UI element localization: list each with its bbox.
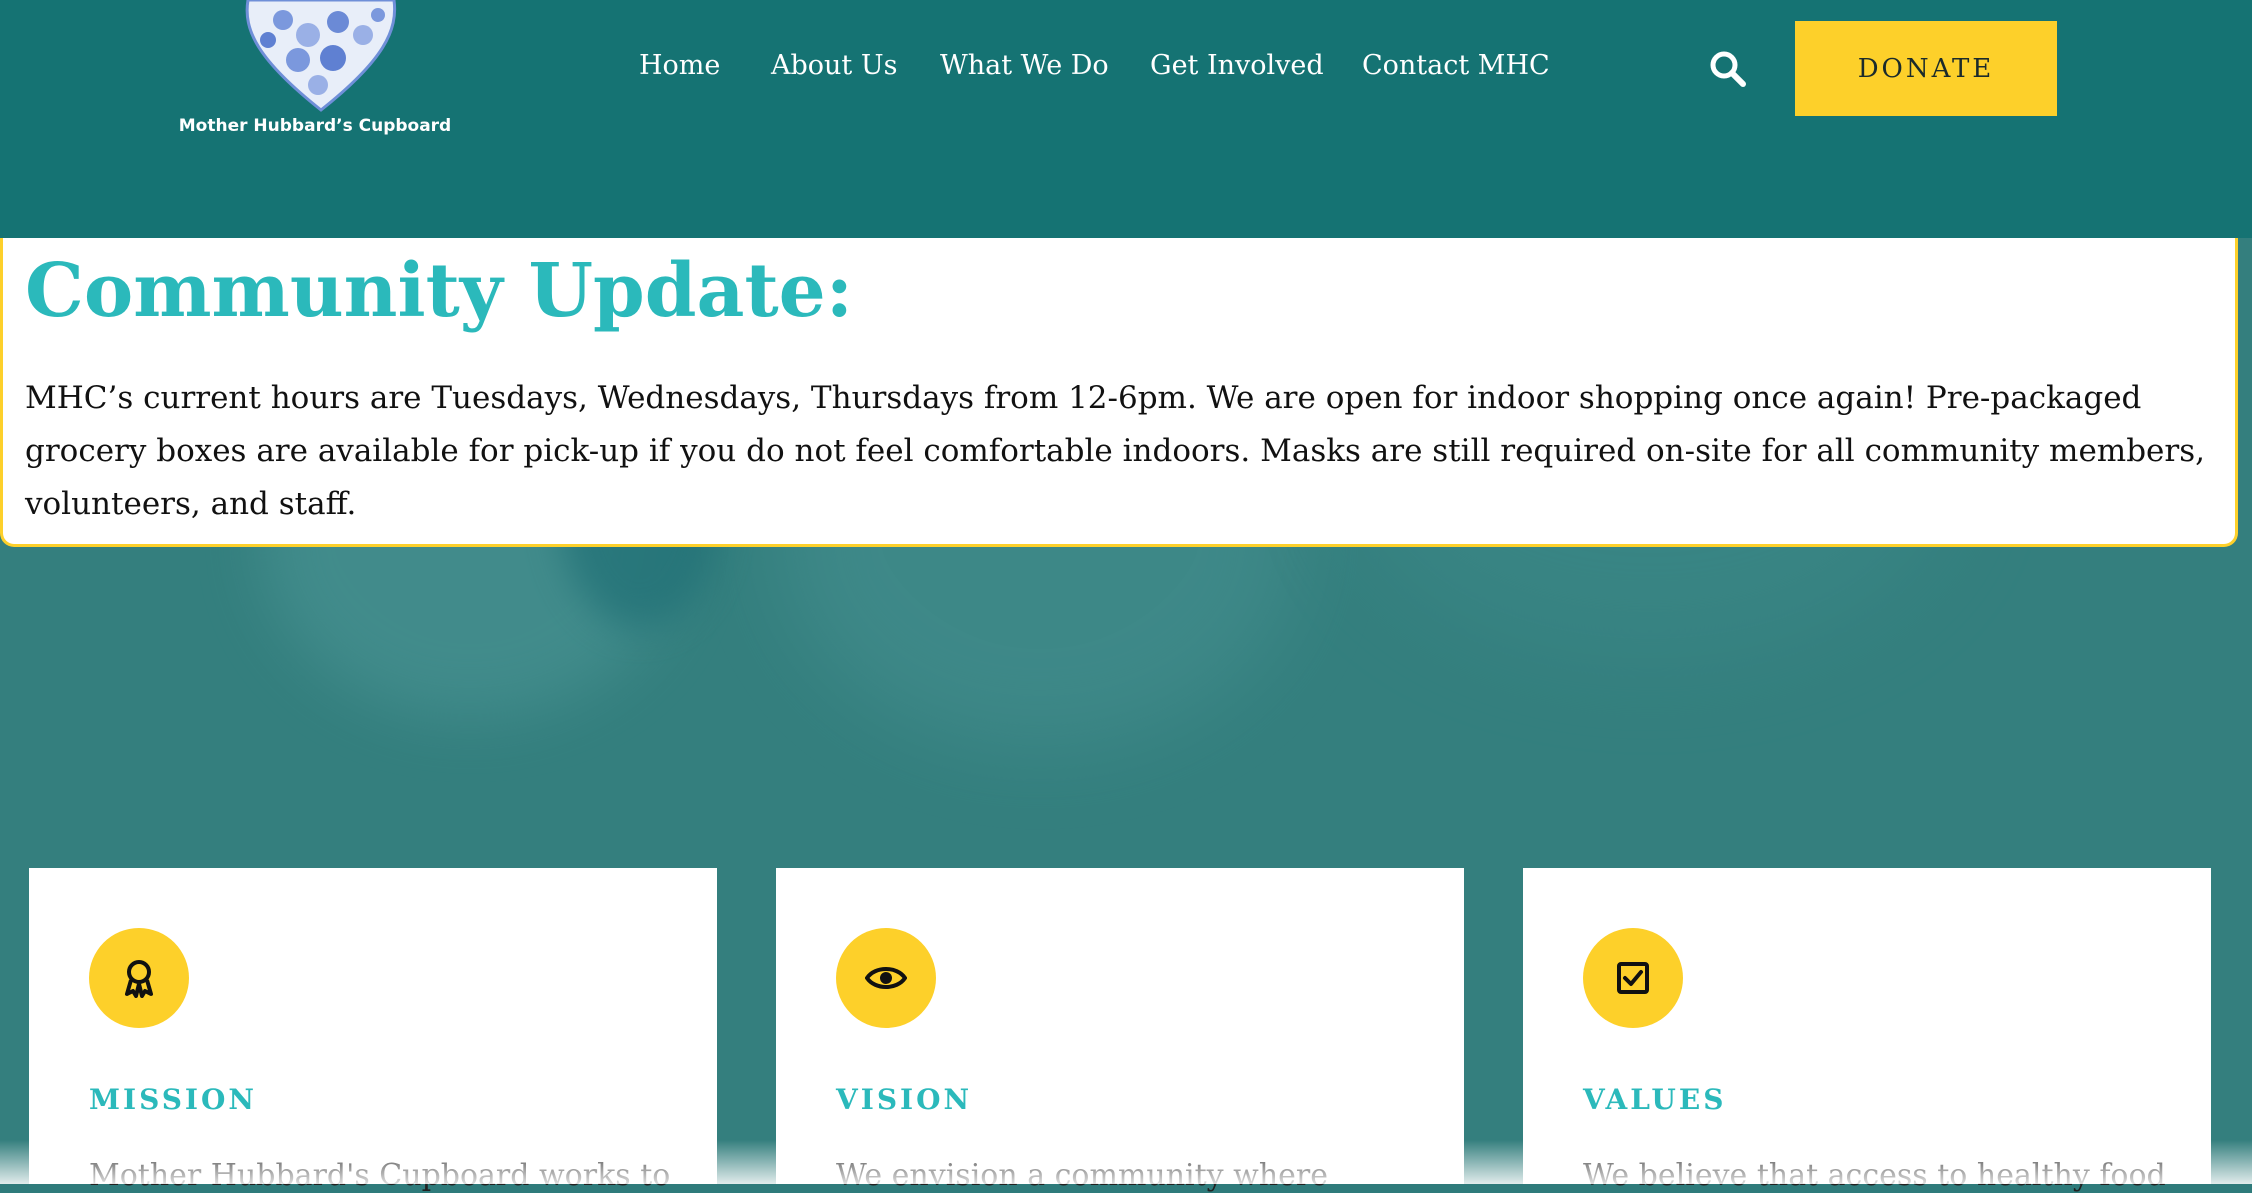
mission-card: MISSION Mother Hubbard's Cupboard works … bbox=[29, 868, 717, 1193]
card-title: MISSION bbox=[89, 1083, 257, 1116]
card-title: VALUES bbox=[1583, 1083, 1727, 1116]
award-ribbon-icon bbox=[89, 928, 189, 1028]
bottom-fade bbox=[0, 1140, 2252, 1184]
logo[interactable]: Mother Hubbard’s Cupboard bbox=[170, 0, 460, 150]
checkbox-icon bbox=[1583, 928, 1683, 1028]
community-update-text: MHC’s current hours are Tuesdays, Wednes… bbox=[25, 380, 2205, 522]
logo-text: Mother Hubbard’s Cupboard bbox=[178, 116, 452, 136]
nav-what-we-do[interactable]: What We Do bbox=[940, 50, 1109, 81]
eye-icon bbox=[836, 928, 936, 1028]
nav-contact-mhc[interactable]: Contact MHC bbox=[1362, 50, 1550, 81]
nav-about-us[interactable]: About Us bbox=[771, 50, 897, 81]
nav-get-involved[interactable]: Get Involved bbox=[1150, 50, 1324, 81]
values-card: VALUES We believe that access to healthy… bbox=[1523, 868, 2211, 1193]
nav-home[interactable]: Home bbox=[639, 50, 720, 81]
vision-card: VISION We envision a community where bbox=[776, 868, 1464, 1193]
card-title: VISION bbox=[836, 1083, 973, 1116]
community-update-title: Community Update: bbox=[25, 248, 854, 334]
site-header: Mother Hubbard’s Cupboard Home About Us … bbox=[0, 0, 2252, 238]
heart-logo-icon bbox=[245, 0, 397, 112]
donate-button[interactable]: DONATE bbox=[1795, 21, 2057, 116]
search-icon[interactable] bbox=[1709, 50, 1747, 88]
community-update-box: Community Update: MHC’s current hours ar… bbox=[0, 238, 2238, 547]
